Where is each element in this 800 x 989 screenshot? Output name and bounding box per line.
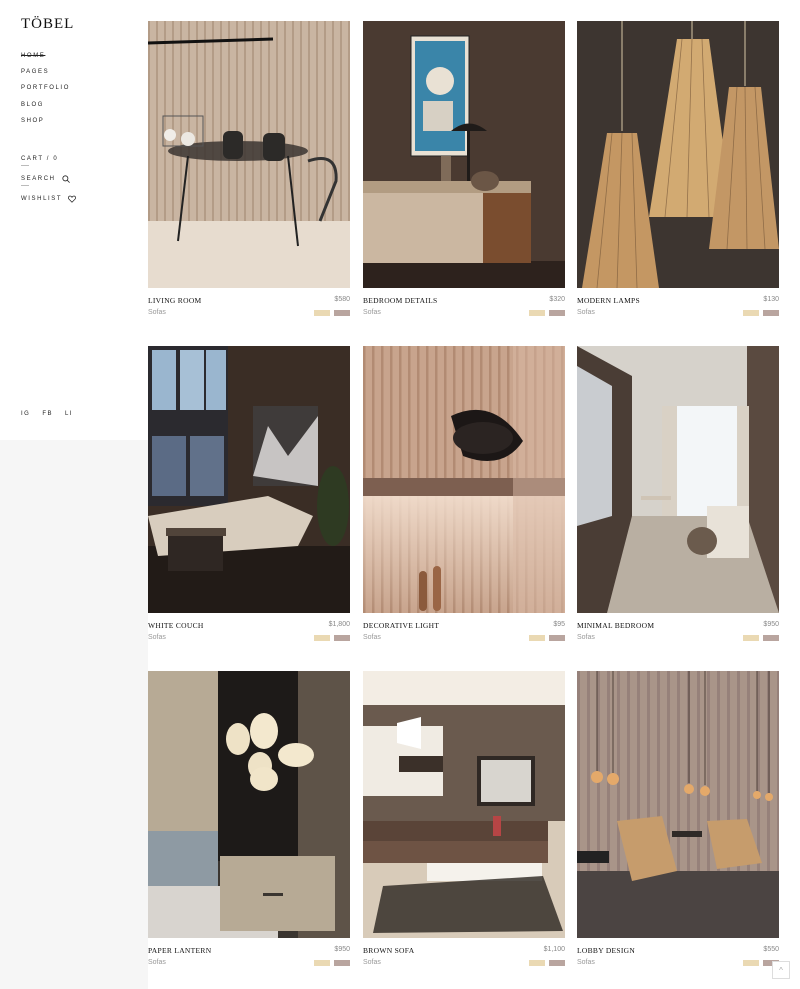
product-title[interactable]: DECORATIVE LIGHT [363, 621, 439, 630]
product-price: $950 [763, 621, 779, 628]
color-swatch-beige[interactable] [529, 635, 545, 641]
color-swatch-taupe[interactable] [763, 310, 779, 316]
cart-label: CART / 0 [21, 156, 59, 162]
header-tools: CART / 0 SEARCH WISHLIST [21, 149, 77, 209]
divider [21, 185, 29, 186]
product-category[interactable]: Sofas [148, 634, 166, 641]
product-image-paper-lantern[interactable] [148, 671, 350, 938]
product-card[interactable]: BROWN SOFA $1,100 Sofas [363, 671, 565, 974]
product-title[interactable]: BEDROOM DETAILS [363, 296, 438, 305]
color-swatch-taupe[interactable] [334, 310, 350, 316]
product-card[interactable]: MODERN LAMPS $130 Sofas [577, 21, 779, 324]
color-swatch-taupe[interactable] [334, 960, 350, 966]
product-category[interactable]: Sofas [577, 634, 595, 641]
product-card[interactable]: DECORATIVE LIGHT $95 Sofas [363, 346, 565, 649]
sidebar-lower-panel [0, 440, 148, 989]
color-swatch-beige[interactable] [529, 960, 545, 966]
search-label: SEARCH [21, 176, 56, 182]
product-image-decorative-light[interactable] [363, 346, 565, 613]
product-card[interactable]: LOBBY DESIGN $550 Sofas [577, 671, 779, 974]
color-swatch-beige[interactable] [529, 310, 545, 316]
chevron-up-icon: ^ [779, 965, 783, 975]
color-swatch-taupe[interactable] [549, 635, 565, 641]
product-card[interactable]: BEDROOM DETAILS $320 Sofas [363, 21, 565, 324]
color-swatch-beige[interactable] [743, 960, 759, 966]
product-card[interactable]: PAPER LANTERN $950 Sofas [148, 671, 350, 974]
product-category[interactable]: Sofas [577, 309, 595, 316]
back-to-top-button[interactable]: ^ [772, 961, 790, 979]
color-swatch-beige[interactable] [743, 635, 759, 641]
product-title[interactable]: MODERN LAMPS [577, 296, 640, 305]
wishlist-link[interactable]: WISHLIST [21, 185, 77, 209]
color-swatch-beige[interactable] [314, 310, 330, 316]
product-category[interactable]: Sofas [148, 309, 166, 316]
color-swatch-beige[interactable] [314, 635, 330, 641]
color-swatch-taupe[interactable] [763, 635, 779, 641]
search-icon [62, 175, 70, 183]
wishlist-label: WISHLIST [21, 196, 63, 202]
product-image-white-couch[interactable] [148, 346, 350, 613]
product-category[interactable]: Sofas [148, 959, 166, 966]
product-title[interactable]: LIVING ROOM [148, 296, 202, 305]
product-card[interactable]: WHITE COUCH $1,800 Sofas [148, 346, 350, 649]
product-title[interactable]: LOBBY DESIGN [577, 946, 635, 955]
product-price: $320 [549, 296, 565, 303]
product-image-minimal-bedroom[interactable] [577, 346, 779, 613]
main-nav: HOME PAGES PORTFOLIO BLOG SHOP [21, 52, 70, 133]
nav-item-shop[interactable]: SHOP [21, 117, 70, 133]
product-card[interactable]: LIVING ROOM $580 Sofas [148, 21, 350, 324]
product-category[interactable]: Sofas [363, 959, 381, 966]
color-swatch-beige[interactable] [314, 960, 330, 966]
color-swatch-taupe[interactable] [549, 310, 565, 316]
brand-logo[interactable]: TÖBEL [21, 16, 74, 33]
color-swatch-taupe[interactable] [549, 960, 565, 966]
product-category[interactable]: Sofas [577, 959, 595, 966]
instagram-link[interactable]: IG [21, 411, 30, 417]
sidebar: TÖBEL HOME PAGES PORTFOLIO BLOG SHOP CAR… [0, 0, 148, 989]
product-category[interactable]: Sofas [363, 634, 381, 641]
linkedin-link[interactable]: LI [65, 411, 73, 417]
heart-icon [68, 195, 77, 203]
product-price: $1,100 [543, 946, 565, 953]
search-link[interactable]: SEARCH [21, 165, 76, 189]
nav-item-pages[interactable]: PAGES [21, 68, 70, 84]
product-title[interactable]: BROWN SOFA [363, 946, 414, 955]
product-image-modern-lamps[interactable] [577, 21, 779, 288]
color-swatch-taupe[interactable] [334, 635, 350, 641]
product-price: $950 [334, 946, 350, 953]
divider [21, 165, 29, 166]
product-image-lobby-design[interactable] [577, 671, 779, 938]
product-price: $580 [334, 296, 350, 303]
social-links: IG FB LI [21, 411, 73, 417]
product-price: $130 [763, 296, 779, 303]
product-title[interactable]: PAPER LANTERN [148, 946, 211, 955]
facebook-link[interactable]: FB [42, 411, 53, 417]
product-image-brown-sofa[interactable] [363, 671, 565, 938]
product-image-living-room[interactable] [148, 21, 350, 288]
product-price: $550 [763, 946, 779, 953]
product-category[interactable]: Sofas [363, 309, 381, 316]
nav-item-home[interactable]: HOME [21, 52, 70, 68]
product-image-bedroom-details[interactable] [363, 21, 565, 288]
product-price: $1,800 [328, 621, 350, 628]
nav-item-portfolio[interactable]: PORTFOLIO [21, 84, 70, 100]
cart-link[interactable]: CART / 0 [21, 149, 76, 169]
product-card[interactable]: MINIMAL BEDROOM $950 Sofas [577, 346, 779, 649]
product-title[interactable]: WHITE COUCH [148, 621, 204, 630]
product-price: $95 [553, 621, 565, 628]
color-swatch-beige[interactable] [743, 310, 759, 316]
nav-item-blog[interactable]: BLOG [21, 101, 70, 117]
product-title[interactable]: MINIMAL BEDROOM [577, 621, 654, 630]
